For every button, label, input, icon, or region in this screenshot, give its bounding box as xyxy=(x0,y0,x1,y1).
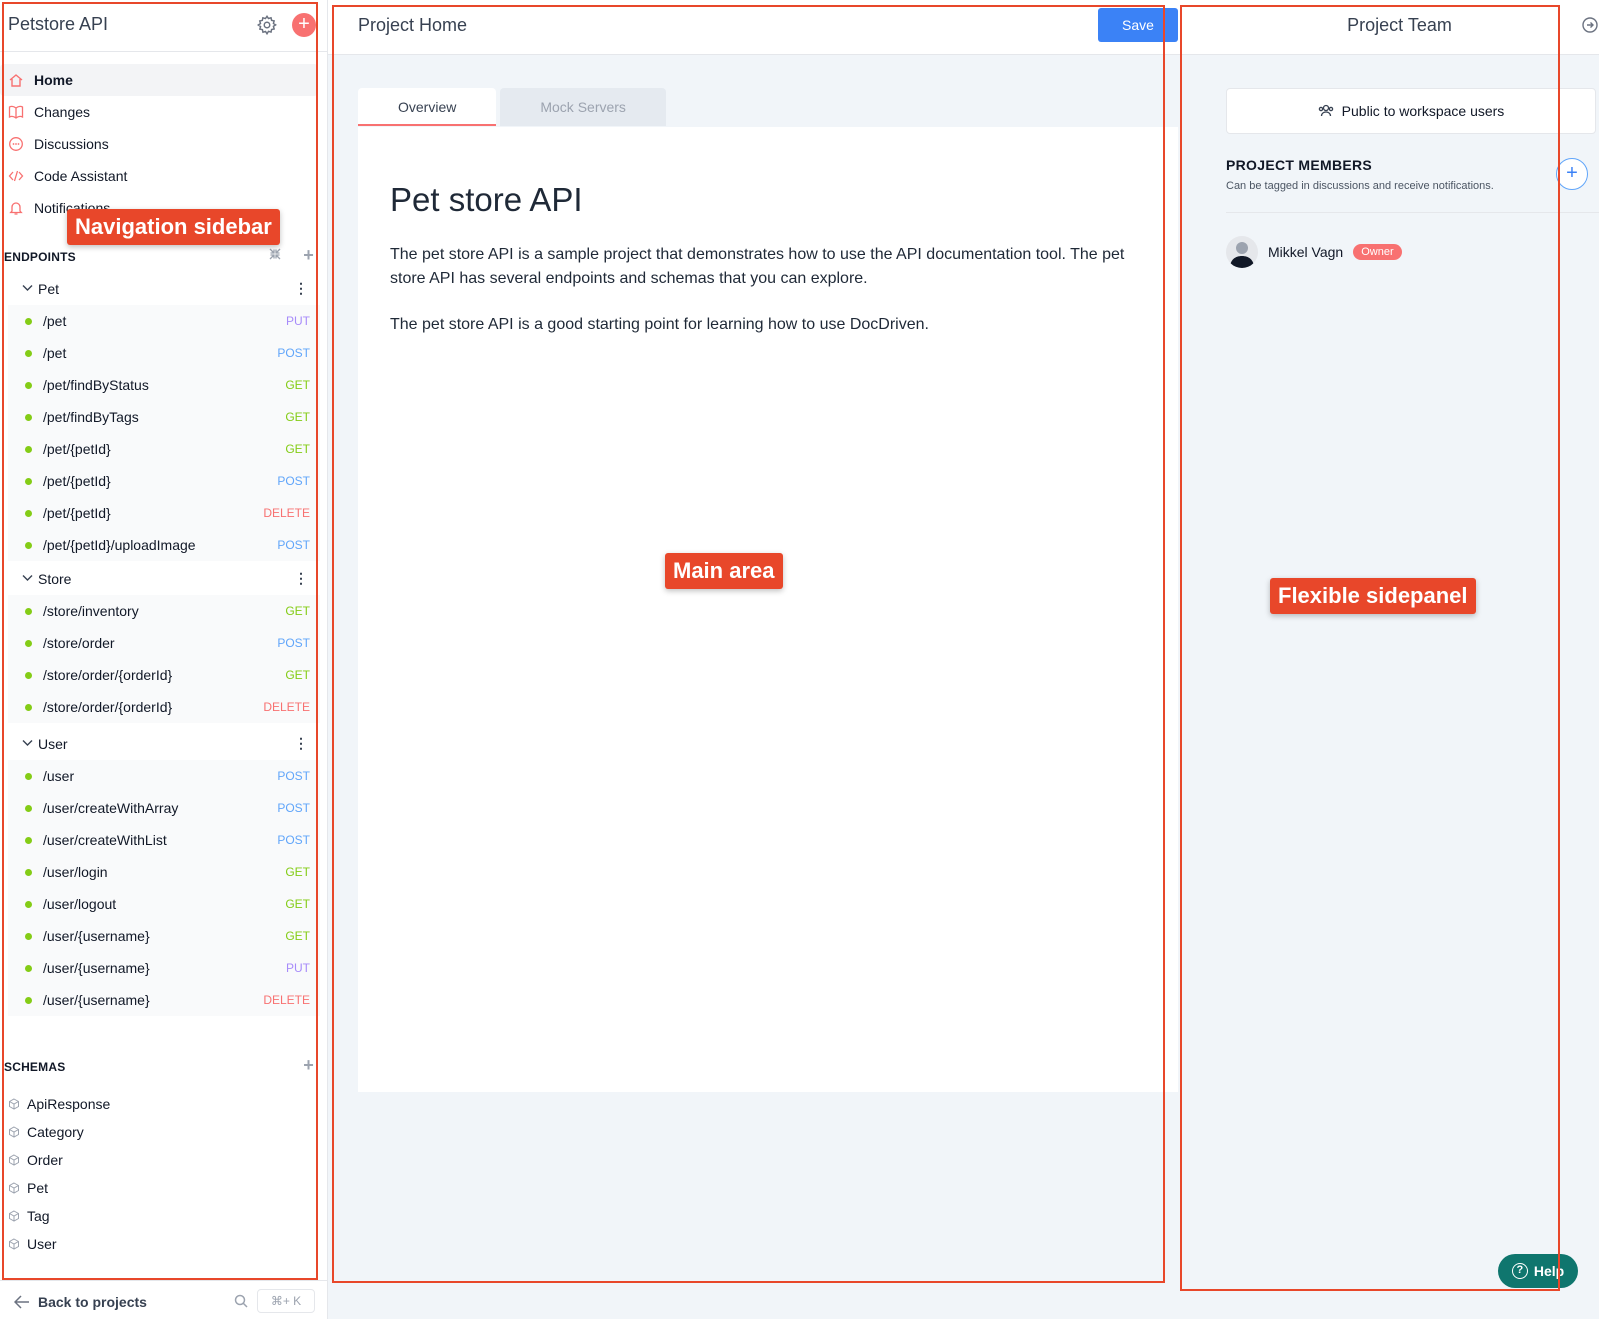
arrow-left-icon xyxy=(14,1295,29,1309)
back-to-projects-link[interactable]: Back to projects xyxy=(14,1294,147,1310)
main-annotation-frame xyxy=(332,5,1165,1283)
sidebar-callout: Navigation sidebar xyxy=(67,209,280,245)
close-panel-icon[interactable] xyxy=(1582,17,1598,33)
panel-annotation-frame xyxy=(1180,5,1560,1291)
search-shortcut[interactable]: ⌘+ K xyxy=(257,1289,315,1313)
main-callout: Main area xyxy=(665,553,783,589)
panel-callout: Flexible sidepanel xyxy=(1270,578,1476,614)
sidebar-annotation-frame xyxy=(2,2,318,1280)
add-member-button[interactable]: + xyxy=(1556,158,1588,190)
sidebar-footer: Back to projects ⌘+ K xyxy=(0,1280,328,1319)
search-icon[interactable] xyxy=(234,1294,248,1308)
back-label: Back to projects xyxy=(38,1294,147,1310)
